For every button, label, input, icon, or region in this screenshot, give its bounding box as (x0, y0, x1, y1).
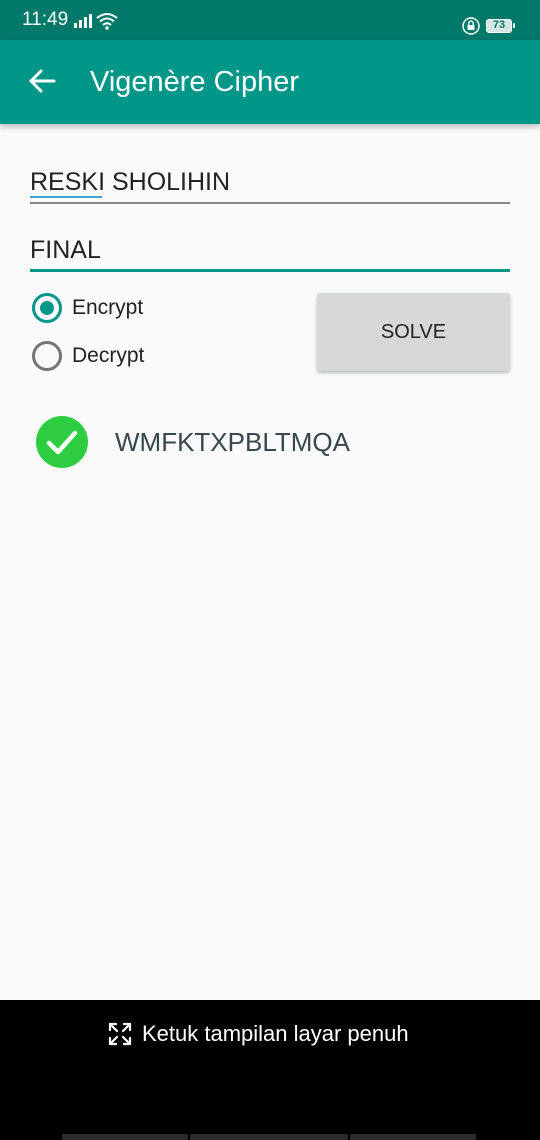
nav-bar-segment (62, 1134, 188, 1140)
signal-icon (74, 14, 92, 28)
app-bar: Vigenère Cipher (0, 40, 540, 124)
spellcheck-underline (30, 196, 102, 198)
encrypt-radio[interactable] (32, 293, 62, 323)
nav-bar-segment (190, 1134, 348, 1140)
status-bar: 11:49 73 (0, 0, 540, 40)
lock-icon (462, 17, 480, 35)
fullscreen-prompt-label: Ketuk tampilan layar penuh (142, 1021, 409, 1046)
key-field[interactable] (30, 236, 510, 272)
decrypt-radio[interactable] (32, 341, 62, 371)
fullscreen-prompt-bar[interactable]: Ketuk tampilan layar penuh (0, 1000, 540, 1140)
check-circle-icon (36, 416, 88, 468)
status-time: 11:49 (22, 9, 69, 30)
key-input[interactable] (30, 236, 510, 265)
encrypt-label: Encrypt (72, 296, 144, 319)
solve-button[interactable]: SOLVE (317, 293, 510, 371)
wifi-icon (96, 13, 118, 30)
battery-icon: 73 (486, 19, 515, 33)
back-button[interactable] (28, 66, 58, 96)
decrypt-label: Decrypt (72, 344, 145, 367)
result-text: WMFKTXPBLTMQA (115, 427, 350, 457)
field-underline (30, 202, 510, 204)
field-underline-focused (30, 269, 510, 272)
nav-bar-segment (350, 1134, 476, 1140)
plaintext-input[interactable] (30, 168, 510, 197)
expand-icon (108, 1022, 132, 1046)
page-title: Vigenère Cipher (90, 66, 300, 98)
plaintext-field[interactable] (30, 168, 510, 204)
arrow-left-icon (29, 69, 56, 93)
